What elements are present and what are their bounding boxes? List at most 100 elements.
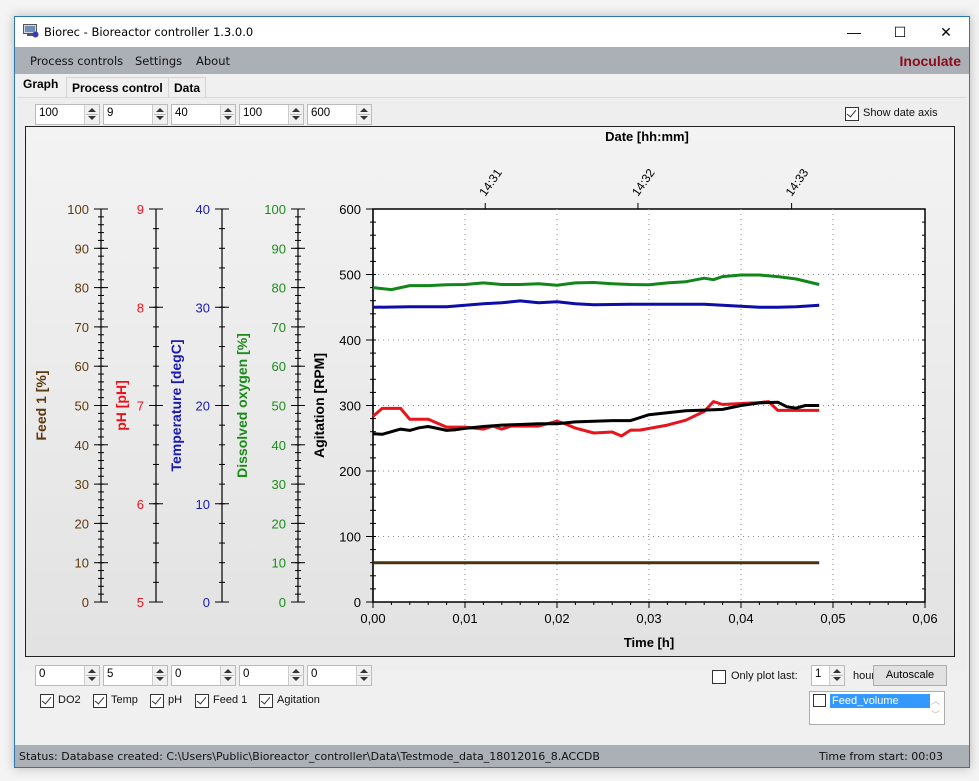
tab-strip: Graph Process control Data	[15, 74, 969, 98]
feed1-label: Feed 1	[213, 694, 248, 706]
chart-svg: 0,00 0,01 0,02 0,03 0,04 0,05 0,06 Time [h] Date…	[33, 129, 938, 650]
axis-tick-label: 10	[196, 497, 210, 512]
axis-tick-label: 5	[137, 595, 144, 610]
menu-bar: Process controls Settings About Inoculat…	[15, 47, 969, 74]
axis-tick-label: 30	[196, 300, 210, 315]
only-plot-last-hours-spinner[interactable]: 1	[811, 665, 845, 686]
agitation-max-spinner[interactable]: 600	[307, 104, 372, 125]
ph-label: pH	[168, 694, 183, 706]
axis-tick-label: 70	[75, 320, 89, 335]
axis-tick-label: 8	[137, 300, 144, 315]
x-tick-label: 0,03	[636, 611, 661, 626]
axis-label-agit: Agitation [RPM]	[311, 353, 327, 458]
menu-process-controls[interactable]: Process controls	[30, 54, 123, 68]
spin-down-icon	[224, 677, 232, 681]
axis-tick-label: 100	[339, 530, 361, 545]
show-date-axis-label: Show date axis	[863, 107, 938, 119]
agitation-checkbox[interactable]	[259, 694, 273, 708]
agitation-min-spinner[interactable]: 0	[307, 665, 372, 686]
feed-volume-checkbox[interactable]	[813, 694, 826, 707]
x-tick-label: 0,02	[544, 611, 569, 626]
temp-min-spinner[interactable]: 0	[171, 665, 236, 686]
feed-min-spinner[interactable]: 0	[35, 665, 100, 686]
spin-down-icon	[292, 116, 300, 120]
axis-tick-label: 400	[339, 333, 361, 348]
axis-tick-label: 20	[196, 399, 210, 414]
axis-tick-label: 500	[339, 268, 361, 283]
app-icon	[23, 24, 39, 38]
x-tick-label: 0,00	[360, 611, 385, 626]
close-button[interactable]: ✕	[923, 17, 969, 47]
extra-series-list[interactable]: Feed_volume ︿ ﹀	[809, 691, 945, 725]
x-tick-label: 0,06	[912, 611, 937, 626]
ph-checkbox[interactable]	[150, 694, 164, 708]
status-text: Status: Database created: C:\Users\Publi…	[19, 750, 600, 763]
spin-down-icon	[833, 677, 841, 681]
axis-tick-label: 100	[264, 202, 286, 217]
axis-tick-label: 6	[137, 497, 144, 512]
spin-down-icon	[156, 677, 164, 681]
x-tick-label: 0,04	[728, 611, 753, 626]
spin-down-icon	[156, 116, 164, 120]
maximize-button[interactable]: ☐	[877, 17, 923, 47]
axis-label-temp: Temperature [degC]	[168, 340, 184, 472]
inoculate-button[interactable]: Inoculate	[900, 53, 961, 69]
temp-checkbox[interactable]	[93, 694, 107, 708]
feed-max-spinner[interactable]: 100	[35, 104, 100, 125]
autoscale-button[interactable]: Autoscale	[873, 665, 947, 686]
spin-down-icon	[88, 677, 96, 681]
axis-tick-label: 20	[272, 516, 286, 531]
spin-up-icon	[833, 669, 841, 673]
axis-tick-label: 90	[75, 241, 89, 256]
axis-tick-label: 50	[75, 399, 89, 414]
axis-tick-label: 60	[75, 359, 89, 374]
feed-volume-item[interactable]: Feed_volume	[830, 694, 930, 708]
axis-tick-label: 0	[203, 595, 210, 610]
do2-max-spinner[interactable]: 100	[239, 104, 304, 125]
ph-min-spinner[interactable]: 5	[103, 665, 168, 686]
title-bar: Biorec - Bioreactor controller 1.3.0.0 —…	[15, 17, 969, 47]
temp-max-spinner[interactable]: 40	[171, 104, 236, 125]
spin-up-icon	[224, 108, 232, 112]
app-window: Biorec - Bioreactor controller 1.3.0.0 —…	[14, 16, 970, 768]
x-tick-label: 0,01	[452, 611, 477, 626]
feed1-checkbox[interactable]	[195, 694, 209, 708]
menu-settings[interactable]: Settings	[135, 54, 182, 68]
show-date-axis-checkbox[interactable]	[845, 107, 859, 121]
spin-up-icon	[292, 669, 300, 673]
menu-about[interactable]: About	[196, 54, 230, 68]
axis-tick-label: 70	[272, 320, 286, 335]
close-icon: ✕	[940, 24, 952, 40]
axis-tick-label: 9	[137, 202, 144, 217]
ph-max-spinner[interactable]: 9	[103, 104, 168, 125]
spin-up-icon	[292, 108, 300, 112]
temp-label: Temp	[111, 694, 138, 706]
graph-panel: 100 9 40 100 600 Show date axis 0,00 0,01…	[17, 97, 967, 725]
status-bar: Status: Database created: C:\Users\Publi…	[15, 745, 969, 767]
list-scrollbar[interactable]: ︿ ﹀	[927, 692, 944, 724]
axis-tick-label: 30	[75, 477, 89, 492]
maximize-icon: ☐	[893, 24, 907, 40]
minimize-button[interactable]: —	[831, 17, 877, 47]
tab-process-control[interactable]: Process control	[66, 77, 169, 98]
axis-tick-label: 20	[75, 516, 89, 531]
do2-min-spinner[interactable]: 0	[239, 665, 304, 686]
window-title: Biorec - Bioreactor controller 1.3.0.0	[44, 25, 254, 39]
spin-down-icon	[292, 677, 300, 681]
axis-tick-label: 100	[67, 202, 89, 217]
axis-tick-label: 300	[339, 399, 361, 414]
axis-tick-label: 40	[75, 438, 89, 453]
do2-checkbox[interactable]	[40, 694, 54, 708]
tab-data[interactable]: Data	[168, 77, 207, 98]
only-plot-last-checkbox[interactable]	[712, 670, 726, 684]
agitation-label: Agitation	[277, 694, 320, 706]
spin-up-icon	[360, 669, 368, 673]
time-from-start: Time from start: 00:03	[818, 750, 943, 763]
only-plot-last-label: Only plot last:	[731, 670, 798, 682]
axis-tick-label: 0	[82, 595, 89, 610]
axis-tick-label: 40	[272, 438, 286, 453]
axis-tick-label: 600	[339, 202, 361, 217]
axis-tick-label: 0	[354, 595, 361, 610]
tab-graph[interactable]: Graph	[18, 74, 64, 97]
scroll-up-icon: ︿	[931, 696, 941, 706]
